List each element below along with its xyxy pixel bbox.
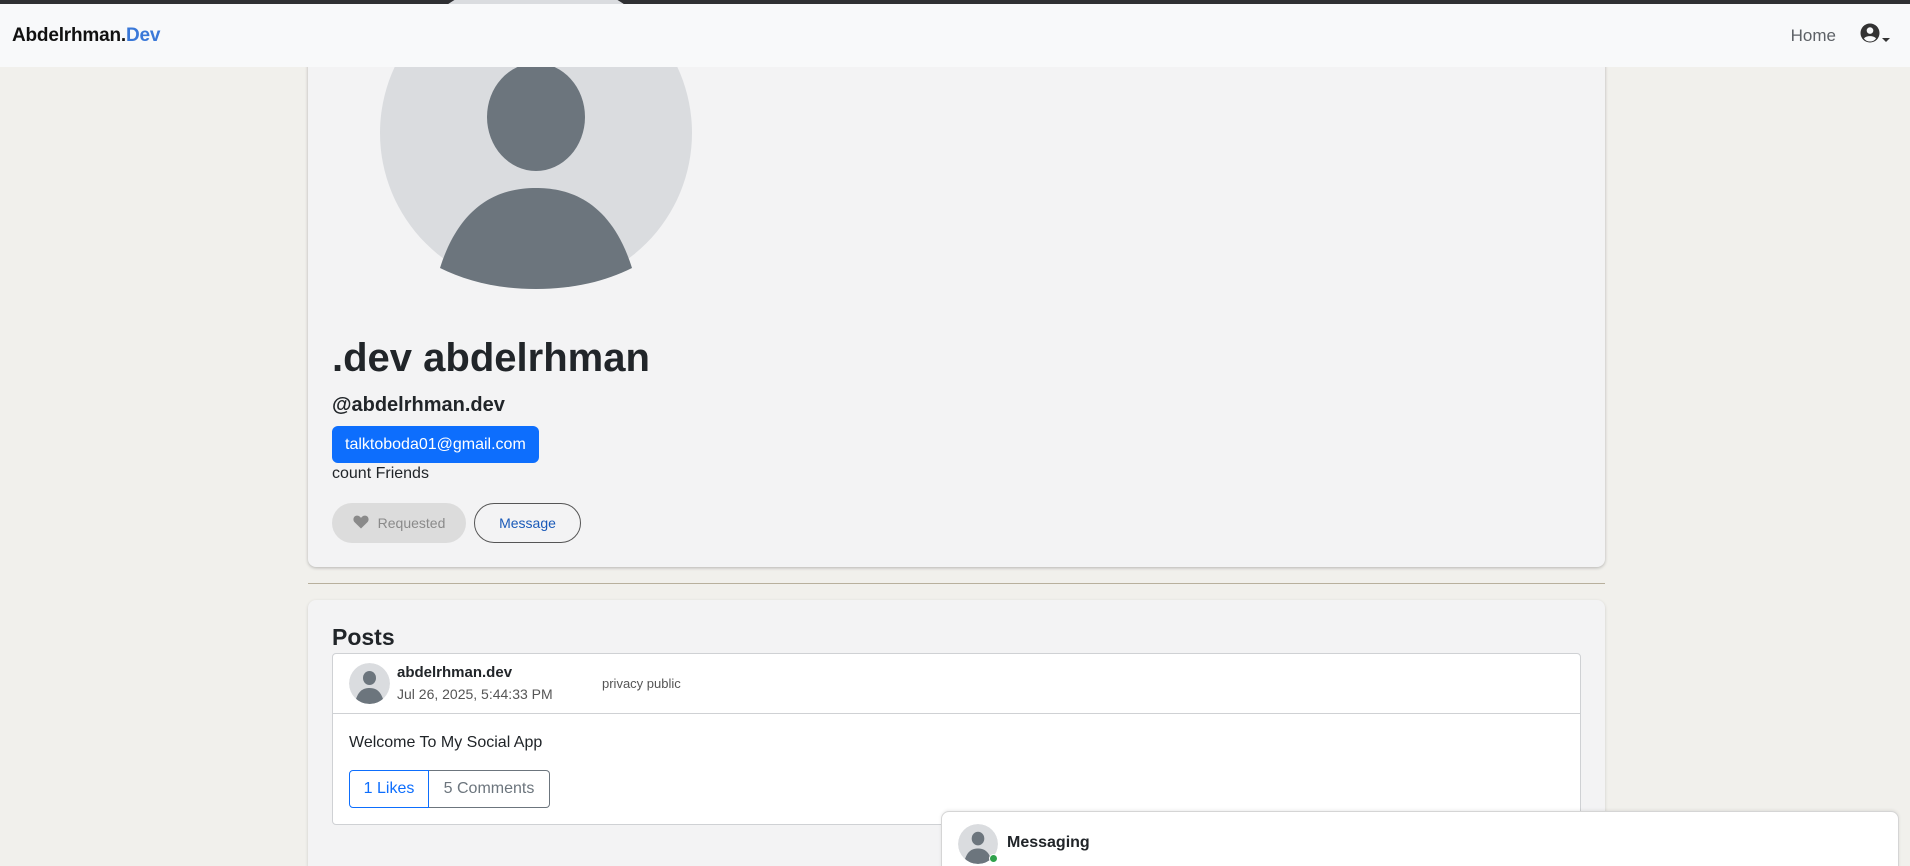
brand-main: Abdelrhman.	[12, 24, 126, 46]
brand-accent: Dev	[125, 24, 161, 46]
brand-logo[interactable]: Abdelrhman.Dev	[12, 25, 160, 47]
post-date: Jul 26, 2025, 5:44:33 PM	[397, 686, 553, 702]
post-privacy: privacy public	[602, 676, 681, 691]
likes-button[interactable]: 1 Likes	[349, 770, 429, 808]
post-card: abdelrhman.dev Jul 26, 2025, 5:44:33 PM …	[332, 653, 1581, 825]
post-header: abdelrhman.dev Jul 26, 2025, 5:44:33 PM …	[333, 654, 1580, 714]
post-author[interactable]: abdelrhman.dev	[397, 664, 512, 681]
comments-button[interactable]: 5 Comments	[429, 770, 550, 808]
requested-button[interactable]: Requested	[332, 503, 466, 543]
profile-name: .dev abdelrhman	[332, 336, 650, 380]
requested-label: Requested	[377, 515, 446, 531]
section-divider	[308, 583, 1605, 584]
friends-count: count Friends	[332, 465, 429, 482]
messaging-title: Messaging	[1007, 834, 1090, 851]
profile-handle: @abdelrhman.dev	[332, 394, 505, 416]
message-button[interactable]: Message	[474, 503, 581, 543]
online-status-indicator	[989, 854, 998, 863]
post-author-avatar[interactable]	[349, 663, 390, 704]
post-actions: 1 Likes 5 Comments	[349, 770, 550, 808]
caret-down-icon	[1882, 37, 1890, 42]
heart-icon	[353, 515, 369, 532]
navbar: Abdelrhman.Dev Home	[0, 4, 1910, 67]
nav-home-link[interactable]: Home	[1791, 26, 1836, 46]
user-circle-icon	[1860, 23, 1880, 48]
messaging-panel[interactable]: Messaging	[941, 811, 1899, 866]
posts-title: Posts	[332, 624, 395, 650]
nav-right: Home	[1791, 23, 1890, 48]
user-menu-toggle[interactable]	[1860, 23, 1890, 48]
email-badge: talktoboda01@gmail.com	[332, 426, 539, 463]
post-text: Welcome To My Social App	[349, 734, 543, 751]
